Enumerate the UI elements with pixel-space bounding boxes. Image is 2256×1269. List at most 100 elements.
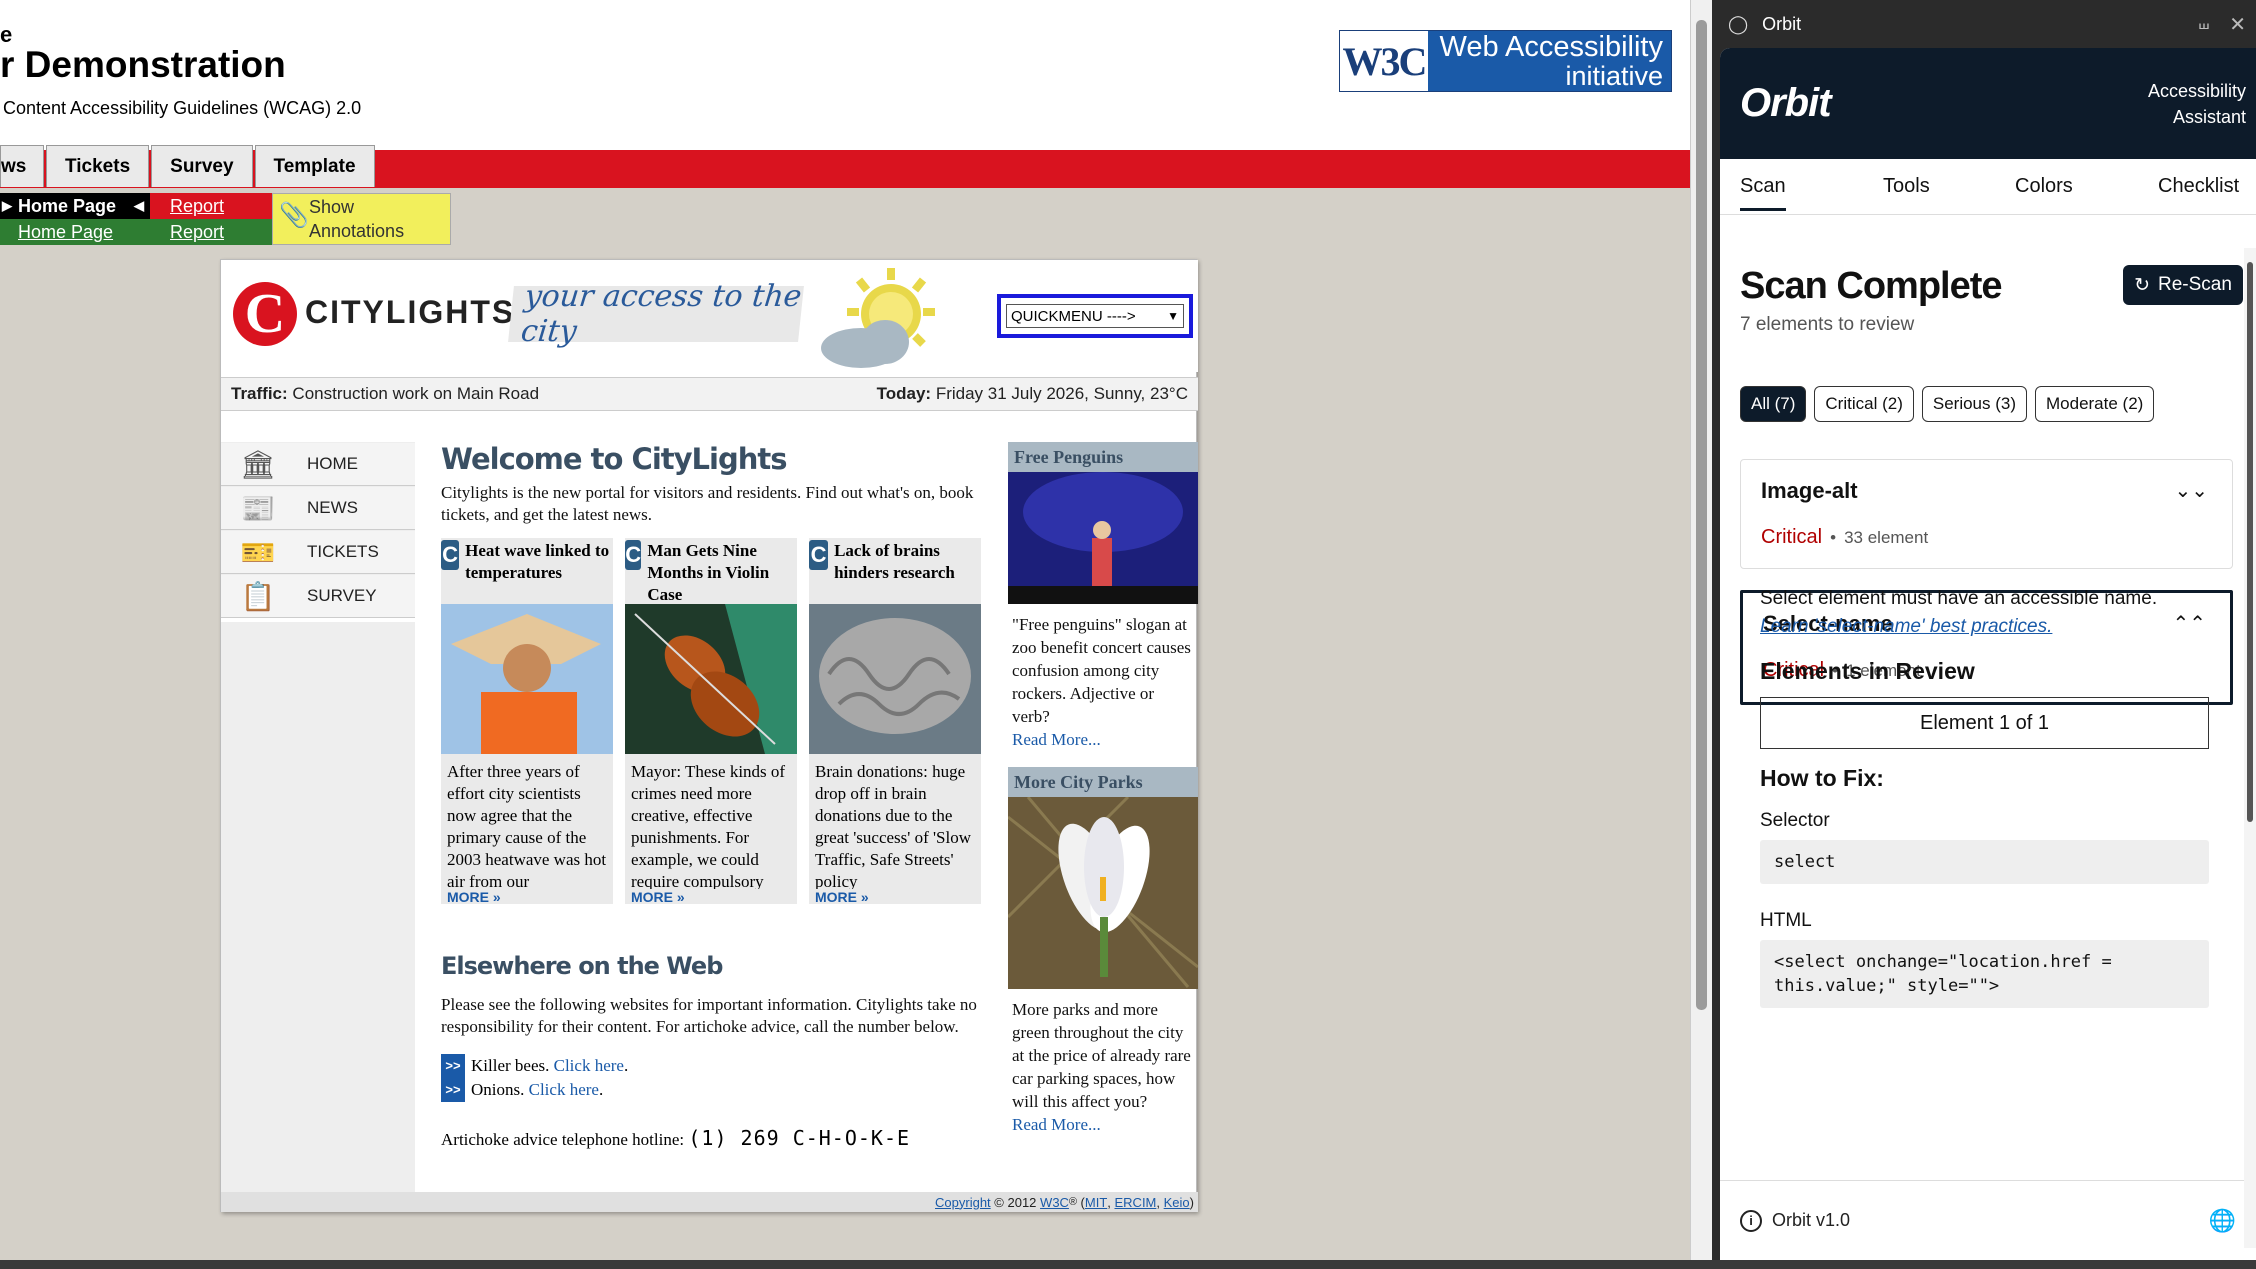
ticket-icon: 🎫 — [240, 536, 276, 568]
close-icon[interactable]: ✕ — [2229, 12, 2246, 37]
refresh-icon: ↻ — [2134, 274, 2150, 296]
filter-serious[interactable]: Serious (3) — [1921, 386, 2027, 422]
citylights-logo-text: CITYLIGHTS — [305, 294, 516, 330]
citylights-footer: Copyright © 2012 W3C ® (MIT, ERCIM, Keio) — [221, 1192, 1198, 1212]
html-code-line1: <select onchange="location.href = — [1774, 952, 2112, 972]
home-page-toggle[interactable]: ▶ Home Page ◀ — [0, 193, 150, 219]
page-scrollbar-thumb[interactable] — [1696, 20, 1707, 1010]
home-page-group: ▶ Home Page ◀ Home Page — [0, 193, 150, 245]
news-title: Lack of brains hinders research — [834, 541, 955, 582]
globe-icon[interactable]: 🌐 — [2209, 1208, 2236, 1234]
report-link-accessible[interactable]: Report — [150, 219, 272, 245]
double-chevron-right-icon: » — [860, 889, 869, 905]
concert-image — [1008, 472, 1198, 604]
welcome-text: Citylights is the new portal for visitor… — [441, 483, 974, 524]
show-annotations-button[interactable]: 📎 Show Annotations — [272, 193, 451, 245]
traffic-label: Traffic: — [231, 384, 288, 403]
news-more-link[interactable]: MORE » — [441, 889, 613, 905]
news-more-link[interactable]: MORE » — [625, 889, 797, 905]
issue-meta: Critical • 33 element — [1761, 526, 1928, 549]
copyright-link[interactable]: Copyright — [935, 1195, 991, 1210]
sidebar-item-survey[interactable]: 📋 SURVEY — [221, 574, 415, 618]
bullet-arrow-icon: >> — [441, 1054, 465, 1078]
orbit-scrollbar[interactable] — [2244, 248, 2256, 1248]
home-page-link[interactable]: Home Page — [0, 219, 150, 245]
selector-label: Selector — [1760, 810, 1830, 831]
filter-all[interactable]: All (7) — [1740, 386, 1807, 422]
elsewhere-section: Elsewhere on the Web Please see the foll… — [441, 952, 981, 1150]
weather-sun-cloud-icon — [821, 268, 935, 368]
learn-more-link[interactable]: Learn 'select-name' best practices. — [1760, 616, 2233, 638]
survey-icon: 📋 — [240, 580, 276, 612]
tab-tools[interactable]: Tools — [1883, 175, 1930, 198]
more-label: MORE — [631, 889, 673, 905]
nav-tab-tickets[interactable]: Tickets — [46, 145, 150, 187]
sidebar-item-label: NEWS — [307, 498, 358, 517]
assistant-line1: Accessibility — [2147, 80, 2246, 101]
sidebar-item-home[interactable]: 🏛 HOME — [221, 442, 415, 486]
news-more-link[interactable]: MORE » — [809, 889, 981, 905]
citylights-logo-icon: C — [233, 282, 297, 346]
issue-description: Select element must have an accessible n… — [1760, 588, 2158, 609]
ercim-link[interactable]: ERCIM — [1115, 1195, 1157, 1210]
scan-title: Scan Complete — [1740, 265, 2003, 307]
nav-tab-template[interactable]: Template — [254, 145, 375, 187]
double-chevron-right-icon: » — [492, 889, 501, 905]
quickmenu-highlight: QUICKMENU ----> ▼ — [997, 294, 1193, 338]
penguins-text: "Free penguins" slogan at zoo benefit co… — [1008, 609, 1198, 755]
registered-mark: ® — [1068, 1196, 1077, 1208]
unpin-icon[interactable]: ⧢ — [2199, 12, 2209, 37]
html-code: <select onchange="location.href = this.v… — [1760, 940, 2209, 1008]
wai-logo[interactable]: W3C Web Accessibility initiative — [1339, 30, 1672, 92]
keio-link[interactable]: Keio — [1164, 1195, 1190, 1210]
filter-critical[interactable]: Critical (2) — [1814, 386, 1914, 422]
quickmenu-select[interactable]: QUICKMENU ----> ▼ — [1006, 304, 1184, 328]
news-header: C Man Gets Nine Months in Violin Case — [625, 538, 797, 604]
link-label: Killer bees. — [471, 1056, 550, 1075]
news-title: Heat wave linked to temperatures — [465, 541, 610, 582]
tab-scan[interactable]: Scan — [1740, 175, 1786, 211]
issue-card-image-alt[interactable]: Image-alt ⌄⌄ Critical • 33 element — [1740, 459, 2233, 569]
nav-tab-survey[interactable]: Survey — [151, 145, 253, 187]
rescan-button[interactable]: ↻ Re-Scan — [2123, 265, 2243, 305]
filter-moderate[interactable]: Moderate (2) — [2035, 386, 2155, 422]
report-link-inaccessible[interactable]: Report — [150, 193, 272, 219]
tab-checklist[interactable]: Checklist — [2158, 175, 2239, 198]
element-pager[interactable]: Element 1 of 1 — [1760, 697, 2209, 749]
nav-tab-news[interactable]: ws — [0, 145, 44, 187]
how-to-fix-heading: How to Fix: — [1760, 765, 1884, 791]
sidebar-item-tickets[interactable]: 🎫 TICKETS — [221, 530, 415, 574]
window-actions: ⧢ ✕ — [2199, 12, 2246, 37]
orbit-content: Orbit Accessibility Assistant Scan Tools… — [1720, 48, 2256, 1260]
issue-title: Image-alt — [1761, 478, 1858, 503]
news-title: Man Gets Nine Months in Violin Case — [647, 541, 770, 604]
page-scrollbar[interactable] — [1690, 0, 1712, 1260]
news-header: C Lack of brains hinders research — [809, 538, 981, 604]
onions-link[interactable]: Click here — [529, 1078, 599, 1102]
penguins-heading: Free Penguins — [1008, 442, 1198, 472]
citylights-c-icon: C — [809, 540, 829, 570]
rescan-label: Re-Scan — [2158, 274, 2232, 295]
citylights-c-icon: C — [441, 540, 460, 570]
more-label: MORE — [815, 889, 857, 905]
wai-line1: Web Accessibility — [1439, 31, 1664, 63]
hotline-number-image: (1) 269 C-H-O-K-E — [688, 1126, 911, 1150]
report-group: Report Report — [150, 193, 272, 245]
chevron-double-down-icon[interactable]: ⌄⌄ — [2174, 478, 2208, 503]
parks-read-more-link[interactable]: Read More... — [1012, 1113, 1194, 1136]
wai-line2: initiative — [1565, 61, 1663, 91]
w3c-link[interactable]: W3C — [1040, 1195, 1069, 1210]
killer-bees-link[interactable]: Click here — [554, 1054, 624, 1078]
page-header: e r Demonstration Content Accessibility … — [0, 0, 1690, 150]
penguins-read-more-link[interactable]: Read More... — [1012, 728, 1194, 751]
hotline-label: Artichoke advice telephone hotline: — [441, 1130, 685, 1149]
mit-link[interactable]: MIT — [1085, 1195, 1107, 1210]
orbit-scrollbar-thumb[interactable] — [2247, 262, 2253, 822]
citylights-main: Welcome to CityLights Citylights is the … — [441, 442, 981, 1150]
orbit-tabs: Scan Tools Colors Checklist — [1720, 159, 2256, 215]
demo-toolbar: ▶ Home Page ◀ Home Page Report Report 📎 … — [0, 193, 451, 245]
citylights-right-column: Free Penguins "Free penguins" slogan at … — [1006, 442, 1199, 1140]
tab-colors[interactable]: Colors — [2015, 175, 2073, 198]
sidebar-item-news[interactable]: 📰 NEWS — [221, 486, 415, 530]
parks-body: More parks and more green throughout the… — [1012, 1000, 1191, 1111]
